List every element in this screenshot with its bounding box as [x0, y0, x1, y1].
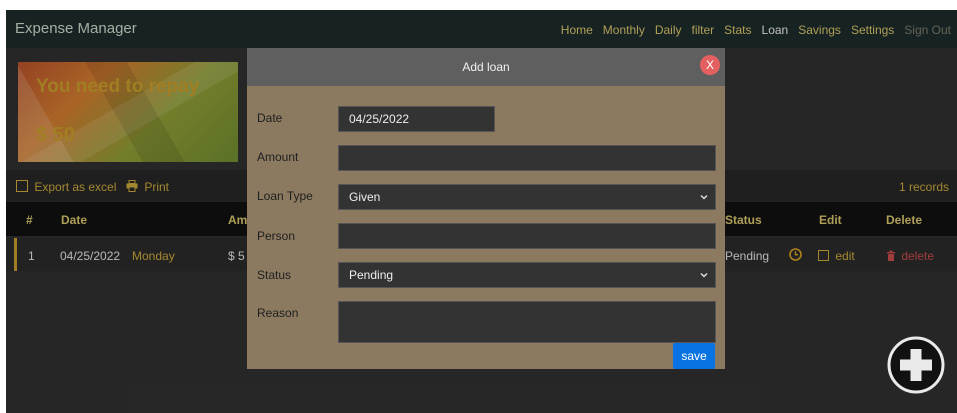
save-button[interactable]: save — [673, 343, 715, 369]
amount-input[interactable] — [338, 145, 716, 171]
plus-circle-icon[interactable] — [886, 335, 946, 395]
date-label: Date — [257, 111, 283, 125]
person-label: Person — [257, 229, 296, 243]
loan-type-value: Given — [349, 190, 381, 204]
close-button[interactable]: X — [700, 55, 720, 75]
loan-type-select[interactable]: Given — [338, 184, 716, 210]
chevron-down-icon — [700, 272, 708, 278]
modal-header: Add loan X — [247, 48, 725, 86]
app-root: Expense Manager Home Monthly Daily filte… — [0, 0, 957, 413]
status-value: Pending — [349, 268, 394, 282]
status-label: Status — [257, 268, 292, 282]
reason-textarea[interactable] — [338, 301, 716, 343]
amount-label: Amount — [257, 150, 299, 164]
loan-type-label: Loan Type — [257, 189, 313, 203]
reason-label: Reason — [257, 306, 299, 320]
status-select[interactable]: Pending — [338, 262, 716, 288]
add-loan-modal: Add loan X Date 04/25/2022 Amount Loan T… — [247, 48, 725, 369]
person-input[interactable] — [338, 223, 716, 249]
app-frame: Expense Manager Home Monthly Daily filte… — [6, 10, 957, 413]
modal-title: Add loan — [462, 60, 510, 74]
chevron-down-icon — [700, 194, 708, 200]
date-input[interactable]: 04/25/2022 — [338, 106, 495, 132]
